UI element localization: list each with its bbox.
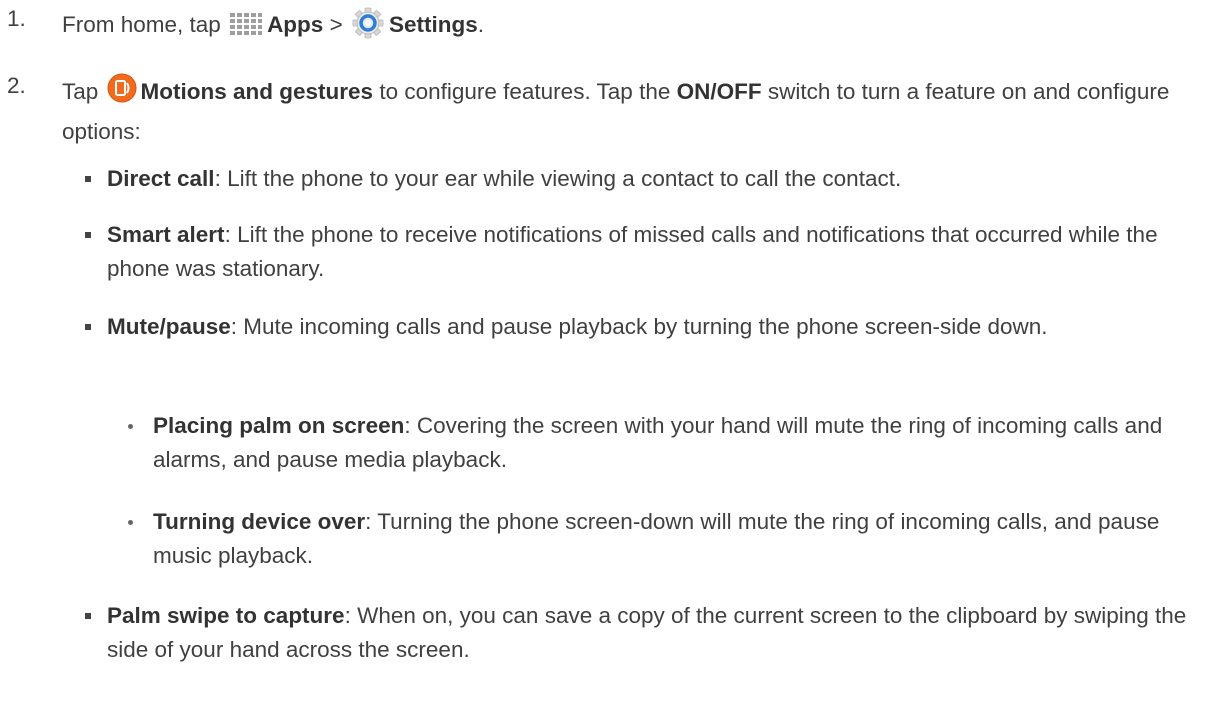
separator: >: [323, 12, 349, 37]
step-text: From home, tap Apps > Settings.: [62, 6, 1192, 48]
square-bullet-icon: [85, 613, 91, 619]
step-text-part: to configure features. Tap the: [373, 79, 677, 104]
bullet-text: Mute/pause: Mute incoming calls and paus…: [107, 310, 1197, 344]
settings-label: Settings: [388, 12, 478, 37]
settings-gear-icon: [351, 6, 385, 48]
dot-bullet-icon: [128, 520, 133, 525]
bullet-title: Smart alert: [107, 222, 225, 247]
step-text: Tap Motions and gestures to configure fe…: [62, 73, 1192, 149]
apps-label: Apps: [267, 12, 324, 37]
bullet-title: Palm swipe to capture: [107, 603, 345, 628]
square-bullet-icon: [85, 232, 91, 238]
square-bullet-icon: [85, 176, 91, 182]
sub-bullet-text: Placing palm on screen: Covering the scr…: [153, 409, 1193, 477]
motions-gestures-label: Motions and gestures: [140, 79, 374, 104]
bullet-title: Mute/pause: [107, 314, 231, 339]
sub-bullet-title: Placing palm on screen: [153, 413, 405, 438]
step-number: 1.: [7, 6, 26, 31]
step-text-part: From home, tap: [62, 12, 228, 37]
bullet-text: Direct call: Lift the phone to your ear …: [107, 162, 1197, 196]
bullet-text: Smart alert: Lift the phone to receive n…: [107, 218, 1197, 286]
bullet-body: : Lift the phone to your ear while viewi…: [214, 166, 902, 191]
apps-grid-icon: [229, 12, 263, 48]
step-number: 2.: [7, 73, 26, 98]
motions-gestures-icon: [107, 73, 137, 115]
square-bullet-icon: [85, 324, 91, 330]
bullet-text: Palm swipe to capture: When on, you can …: [107, 599, 1197, 667]
sub-bullet-text: Turning device over: Turning the phone s…: [153, 505, 1193, 573]
bullet-body: : Lift the phone to receive notification…: [107, 222, 1158, 281]
bullet-title: Direct call: [107, 166, 215, 191]
step-text-part: Tap: [62, 79, 105, 104]
step-text-part: .: [477, 12, 484, 37]
dot-bullet-icon: [128, 424, 133, 429]
sub-bullet-title: Turning device over: [153, 509, 366, 534]
on-off-label: ON/OFF: [676, 79, 762, 104]
bullet-body: : Mute incoming calls and pause playback…: [230, 314, 1048, 339]
